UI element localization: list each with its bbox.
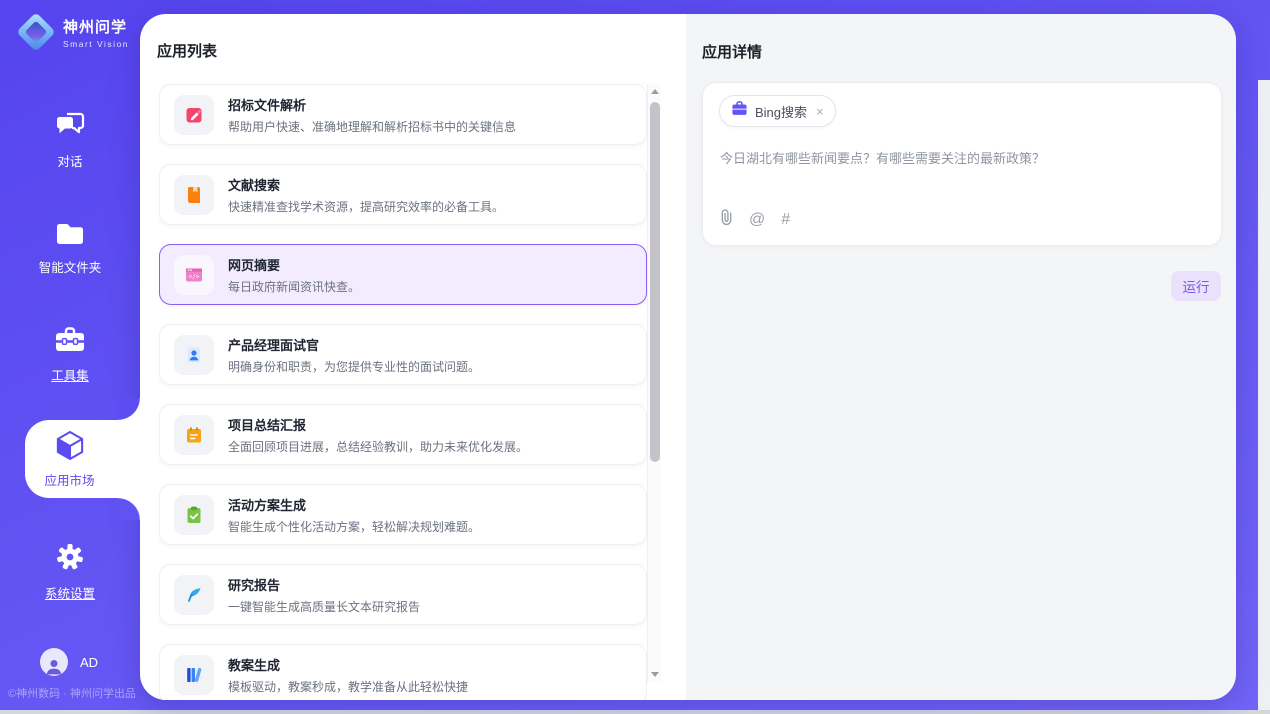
app-description: 快速精准查找学术资源，提高研究效率的必备工具。 bbox=[228, 198, 504, 215]
active-notch-bottom bbox=[118, 498, 140, 520]
app-description: 每日政府新闻资讯快查。 bbox=[228, 278, 360, 295]
app-description: 智能生成个性化活动方案，轻松解决规划难题。 bbox=[228, 518, 480, 535]
sidebar-item-label: 工具集 bbox=[51, 365, 89, 384]
app-description: 模板驱动，教案秒成，教学准备从此轻松快捷 bbox=[228, 678, 468, 695]
diamond-logo-icon bbox=[16, 12, 56, 52]
scroll-down-arrow-icon[interactable] bbox=[651, 672, 659, 677]
main-panel: 应用列表 招标文件解析 帮助用户快速、准确地理解和解析招标书中的关键信息 bbox=[140, 14, 1236, 700]
sidebar-item-toolset[interactable]: 工具集 bbox=[0, 326, 140, 384]
app-title: 教案生成 bbox=[228, 655, 468, 674]
list-item-web-summary[interactable]: </> 网页摘要 每日政府新闻资讯快查。 bbox=[159, 244, 647, 305]
list-item-bid-analysis[interactable]: 招标文件解析 帮助用户快速、准确地理解和解析招标书中的关键信息 bbox=[159, 84, 647, 145]
logo-subtitle: Smart Vision bbox=[63, 39, 129, 49]
scroll-up-arrow-icon[interactable] bbox=[651, 89, 659, 94]
logo-title: 神州问学 bbox=[63, 16, 129, 37]
tag-close-icon[interactable]: × bbox=[816, 104, 824, 119]
ink-pen-icon bbox=[174, 575, 214, 615]
avatar bbox=[40, 648, 68, 676]
app-title: 文献搜索 bbox=[228, 175, 504, 194]
app-logo: 神州问学 Smart Vision bbox=[18, 14, 129, 50]
app-title: 网页摘要 bbox=[228, 255, 360, 274]
app-title: 产品经理面试官 bbox=[228, 335, 480, 354]
window-bottom-strip bbox=[0, 710, 1270, 714]
sidebar-item-label: 应用市场 bbox=[44, 470, 94, 489]
browser-code-icon: </> bbox=[174, 255, 214, 295]
run-button[interactable]: 运行 bbox=[1171, 271, 1221, 301]
list-item-lesson-plan[interactable]: 教案生成 模板驱动，教案秒成，教学准备从此轻松快捷 bbox=[159, 644, 647, 700]
clipboard-check-icon bbox=[174, 495, 214, 535]
app-description: 一键智能生成高质量长文本研究报告 bbox=[228, 598, 420, 615]
app-title: 活动方案生成 bbox=[228, 495, 480, 514]
app-description: 明确身份和职责，为您提供专业性的面试问题。 bbox=[228, 358, 480, 375]
app-list-title: 应用列表 bbox=[157, 40, 217, 61]
app-window: 应用列表 招标文件解析 帮助用户快速、准确地理解和解析招标书中的关键信息 bbox=[0, 0, 1270, 714]
user-initials: AD bbox=[80, 655, 98, 670]
hash-icon[interactable]: # bbox=[781, 211, 790, 229]
calendar-report-icon bbox=[174, 415, 214, 455]
query-input[interactable]: 今日湖北有哪些新闻要点？有哪些需要关注的最新政策？ bbox=[720, 149, 1200, 169]
scrollbar-thumb[interactable] bbox=[650, 102, 660, 462]
sidebar-item-settings[interactable]: 系统设置 bbox=[0, 542, 140, 602]
prompt-card: Bing搜索 × 今日湖北有哪些新闻要点？有哪些需要关注的最新政策？ @ # bbox=[702, 82, 1222, 246]
chat-icon bbox=[55, 110, 85, 145]
composer-toolbar: @ # bbox=[720, 208, 790, 231]
gear-icon bbox=[55, 542, 85, 577]
list-item-project-summary[interactable]: 项目总结汇报 全面回顾项目进展，总结经验教训，助力未来优化发展。 bbox=[159, 404, 647, 465]
user-account[interactable]: AD bbox=[40, 648, 98, 676]
sidebar-item-smart-folder[interactable]: 智能文件夹 bbox=[0, 222, 140, 276]
sidebar-item-label: 智能文件夹 bbox=[39, 257, 102, 276]
sidebar-item-chat[interactable]: 对话 bbox=[0, 110, 140, 170]
paperclip-icon[interactable] bbox=[720, 208, 733, 231]
svg-text:</>: </> bbox=[189, 273, 200, 280]
active-notch-top bbox=[118, 398, 140, 420]
tool-tag-bing-search[interactable]: Bing搜索 × bbox=[719, 95, 836, 127]
app-description: 帮助用户快速、准确地理解和解析招标书中的关键信息 bbox=[228, 118, 516, 135]
book-icon bbox=[174, 175, 214, 215]
app-description: 全面回顾项目进展，总结经验教训，助力未来优化发展。 bbox=[228, 438, 528, 455]
document-edit-icon bbox=[174, 95, 214, 135]
app-detail-panel: 应用详情 Bing搜索 × 今日湖北有哪些新闻要点？有哪些需要关注的最新政策？ … bbox=[686, 14, 1236, 700]
list-item-research-report[interactable]: 研究报告 一键智能生成高质量长文本研究报告 bbox=[159, 564, 647, 625]
sidebar-footer-credit: ©神州数码 · 神州问学出品 bbox=[8, 685, 140, 701]
list-item-event-plan[interactable]: 活动方案生成 智能生成个性化活动方案，轻松解决规划难题。 bbox=[159, 484, 647, 545]
list-item-pm-interviewer[interactable]: 产品经理面试官 明确身份和职责，为您提供专业性的面试问题。 bbox=[159, 324, 647, 385]
app-detail-title: 应用详情 bbox=[702, 41, 762, 62]
app-title: 项目总结汇报 bbox=[228, 415, 528, 434]
tool-tag-label: Bing搜索 bbox=[755, 102, 807, 121]
interviewer-person-icon bbox=[174, 335, 214, 375]
sidebar-item-label: 对话 bbox=[57, 151, 82, 170]
app-list-panel: 应用列表 招标文件解析 帮助用户快速、准确地理解和解析招标书中的关键信息 bbox=[140, 14, 686, 700]
cube-icon bbox=[56, 430, 84, 466]
list-item-literature-search[interactable]: 文献搜索 快速精准查找学术资源，提高研究效率的必备工具。 bbox=[159, 164, 647, 225]
app-title: 研究报告 bbox=[228, 575, 420, 594]
app-title: 招标文件解析 bbox=[228, 95, 516, 114]
at-icon[interactable]: @ bbox=[749, 211, 765, 229]
avatar-person-icon bbox=[44, 656, 64, 676]
briefcase-icon bbox=[731, 101, 748, 121]
app-list-scrollbar[interactable] bbox=[647, 84, 661, 682]
sidebar-item-app-market[interactable]: 应用市场 bbox=[25, 420, 140, 498]
window-scrollbar-gutter bbox=[1258, 80, 1270, 710]
app-list: 招标文件解析 帮助用户快速、准确地理解和解析招标书中的关键信息 文献搜索 快速精… bbox=[159, 84, 647, 700]
sidebar-item-label: 系统设置 bbox=[45, 583, 95, 602]
books-icon bbox=[174, 655, 214, 695]
toolbox-icon bbox=[54, 326, 86, 359]
folder-icon bbox=[55, 222, 85, 251]
